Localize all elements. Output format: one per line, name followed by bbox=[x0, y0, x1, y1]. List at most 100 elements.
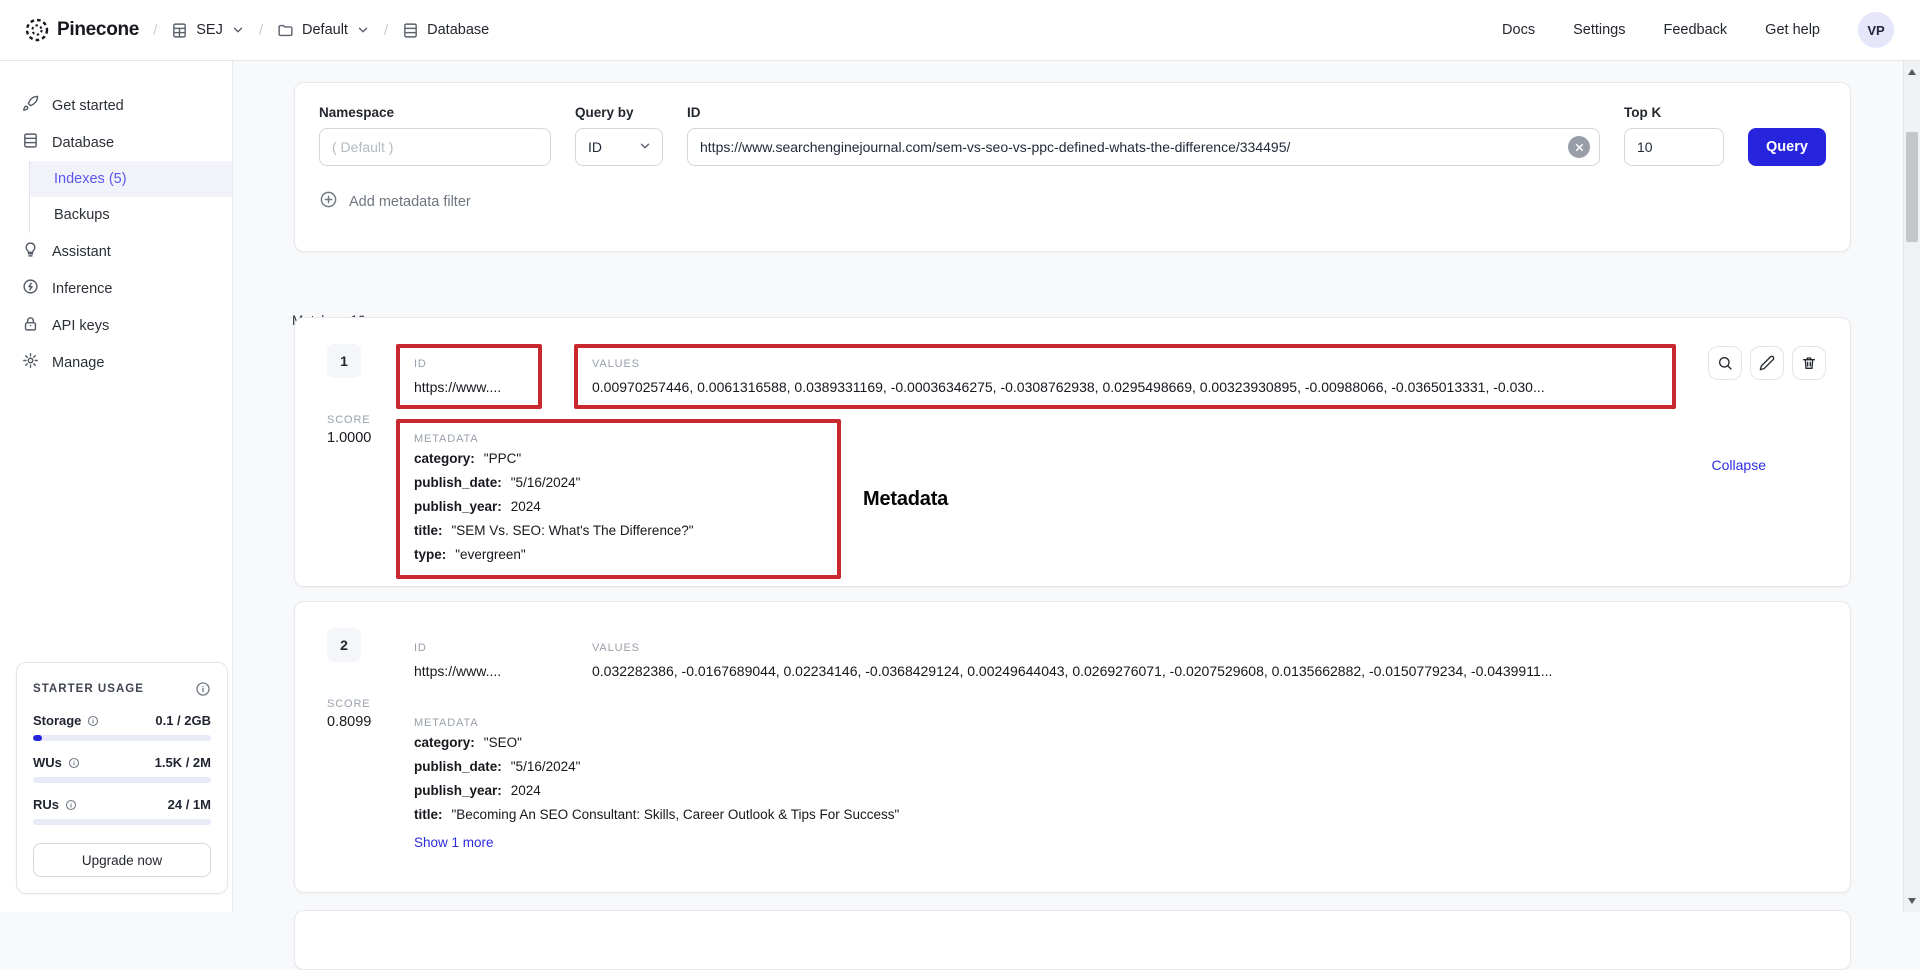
zap-circle-icon bbox=[22, 278, 39, 299]
namespace-input[interactable] bbox=[319, 128, 551, 166]
main-content: Namespace Query by ID ID bbox=[233, 61, 1903, 912]
sidebar-item-assistant[interactable]: Assistant bbox=[0, 233, 232, 270]
breadcrumb-page[interactable]: Database bbox=[402, 22, 489, 39]
lightbulb-icon bbox=[22, 241, 39, 262]
rocket-icon bbox=[22, 95, 39, 116]
annotation-metadata: Metadata bbox=[863, 488, 948, 511]
brand-name: Pinecone bbox=[57, 19, 139, 41]
sidebar-item-label: Indexes (5) bbox=[54, 171, 127, 187]
nav-link-get-help[interactable]: Get help bbox=[1765, 22, 1820, 38]
info-icon[interactable] bbox=[195, 681, 211, 697]
usage-metric-rus: RUs 24 / 1M bbox=[33, 797, 211, 825]
info-icon[interactable] bbox=[68, 757, 80, 769]
result-rank-badge: 2 bbox=[327, 628, 361, 662]
info-icon[interactable] bbox=[65, 799, 77, 811]
metadata-cell-annotated: METADATA category:"PPC" publish_date:"5/… bbox=[396, 419, 841, 579]
sidebar-item-indexes[interactable]: Indexes (5) bbox=[30, 161, 232, 197]
query-id-input[interactable] bbox=[687, 128, 1600, 166]
nav-link-feedback[interactable]: Feedback bbox=[1663, 22, 1727, 38]
sidebar-item-label: Database bbox=[52, 135, 114, 151]
user-avatar[interactable]: VP bbox=[1858, 12, 1894, 48]
rus-progress-bar bbox=[33, 819, 211, 825]
query-by-label: Query by bbox=[575, 105, 663, 120]
sidebar-item-manage[interactable]: Manage bbox=[0, 344, 232, 381]
sidebar-item-label: Inference bbox=[52, 281, 112, 297]
nav-link-settings[interactable]: Settings bbox=[1573, 22, 1625, 38]
add-metadata-filter-label: Add metadata filter bbox=[349, 194, 471, 210]
delete-record-button[interactable] bbox=[1792, 346, 1826, 380]
metric-label: Storage bbox=[33, 713, 81, 728]
breadcrumb-project[interactable]: Default bbox=[277, 22, 370, 39]
sidebar-item-api-keys[interactable]: API keys bbox=[0, 307, 232, 344]
add-metadata-filter-button[interactable]: Add metadata filter bbox=[319, 190, 1826, 213]
scroll-down-arrow-icon[interactable] bbox=[1908, 898, 1916, 904]
wus-progress-bar bbox=[33, 777, 211, 783]
info-icon[interactable] bbox=[87, 715, 99, 727]
metric-value: 0.1 / 2GB bbox=[155, 713, 211, 728]
nav-link-docs[interactable]: Docs bbox=[1502, 22, 1535, 38]
namespace-label: Namespace bbox=[319, 105, 551, 120]
result-card-2: 2 SCORE 0.8099 ID https://www.... VALUES… bbox=[294, 601, 1851, 893]
database-icon bbox=[22, 132, 39, 153]
metadata-label: METADATA bbox=[414, 433, 823, 445]
scroll-up-arrow-icon[interactable] bbox=[1908, 69, 1916, 75]
metric-value: 24 / 1M bbox=[168, 797, 211, 812]
breadcrumb-org-label: SEJ bbox=[196, 22, 223, 38]
sidebar-item-backups[interactable]: Backups bbox=[30, 197, 232, 233]
sidebar-item-get-started[interactable]: Get started bbox=[0, 87, 232, 124]
metadata-entry: publish_year:2024 bbox=[414, 496, 823, 517]
vertical-scrollbar[interactable] bbox=[1903, 61, 1920, 912]
sidebar-item-inference[interactable]: Inference bbox=[0, 270, 232, 307]
values-cell-value: 0.032282386, -0.0167689044, 0.02234146, … bbox=[592, 663, 1658, 679]
values-cell-label: VALUES bbox=[592, 642, 1658, 654]
id-cell-value: https://www.... bbox=[414, 379, 524, 395]
id-cell: ID https://www.... bbox=[396, 628, 542, 693]
folder-icon bbox=[277, 22, 294, 39]
id-cell-annotated: ID https://www.... bbox=[396, 344, 542, 409]
values-cell: VALUES 0.032282386, -0.0167689044, 0.022… bbox=[574, 628, 1676, 693]
starter-usage-panel: STARTER USAGE Storage 0.1 / 2GB WUs 1.5K… bbox=[16, 662, 228, 894]
sidebar-item-label: API keys bbox=[52, 318, 109, 334]
breadcrumb-project-label: Default bbox=[302, 22, 348, 38]
storage-progress-bar bbox=[33, 735, 211, 741]
pinecone-logo[interactable]: Pinecone bbox=[24, 17, 139, 43]
metadata-entry: type:"evergreen" bbox=[414, 544, 823, 565]
sidebar-item-label: Assistant bbox=[52, 244, 111, 260]
breadcrumb-separator: / bbox=[259, 22, 263, 39]
sidebar-item-database[interactable]: Database bbox=[0, 124, 232, 161]
metric-label: WUs bbox=[33, 755, 62, 770]
sidebar-item-label: Get started bbox=[52, 98, 124, 114]
sidebar-item-label: Backups bbox=[54, 207, 110, 223]
top-nav: Pinecone / SEJ / Default / bbox=[0, 0, 1920, 61]
top-k-label: Top K bbox=[1624, 105, 1724, 120]
result-card-1: 1 SCORE 1.0000 ID https://www.... VALUES… bbox=[294, 317, 1851, 587]
id-cell-label: ID bbox=[414, 642, 524, 654]
query-by-select[interactable]: ID bbox=[575, 128, 663, 166]
metadata-entry: title:"Becoming An SEO Consultant: Skill… bbox=[414, 804, 823, 825]
breadcrumb-org[interactable]: SEJ bbox=[171, 22, 245, 39]
edit-record-button[interactable] bbox=[1750, 346, 1784, 380]
chevron-down-icon bbox=[638, 139, 652, 156]
id-cell-value: https://www.... bbox=[414, 663, 524, 679]
metadata-entry: publish_year:2024 bbox=[414, 780, 823, 801]
collapse-link[interactable]: Collapse bbox=[1712, 457, 1766, 473]
scrollbar-thumb[interactable] bbox=[1906, 132, 1918, 242]
pinecone-logo-icon bbox=[24, 17, 50, 43]
result-card-3 bbox=[294, 910, 1851, 970]
breadcrumb-separator: / bbox=[384, 22, 388, 39]
result-rank-badge: 1 bbox=[327, 344, 361, 378]
inspect-record-button[interactable] bbox=[1708, 346, 1742, 380]
upgrade-now-button[interactable]: Upgrade now bbox=[33, 843, 211, 877]
lock-icon bbox=[22, 315, 39, 336]
top-k-input[interactable] bbox=[1624, 128, 1724, 166]
id-label: ID bbox=[687, 105, 1600, 120]
values-cell-label: VALUES bbox=[592, 358, 1658, 370]
metadata-entry: category:"PPC" bbox=[414, 448, 823, 469]
chevron-down-icon bbox=[356, 23, 370, 37]
query-button[interactable]: Query bbox=[1748, 128, 1826, 166]
metadata-label: METADATA bbox=[414, 717, 823, 729]
chevron-down-icon bbox=[231, 23, 245, 37]
clear-input-icon[interactable] bbox=[1568, 136, 1590, 158]
show-more-link[interactable]: Show 1 more bbox=[414, 835, 494, 850]
values-cell-annotated: VALUES 0.00970257446, 0.0061316588, 0.03… bbox=[574, 344, 1676, 409]
